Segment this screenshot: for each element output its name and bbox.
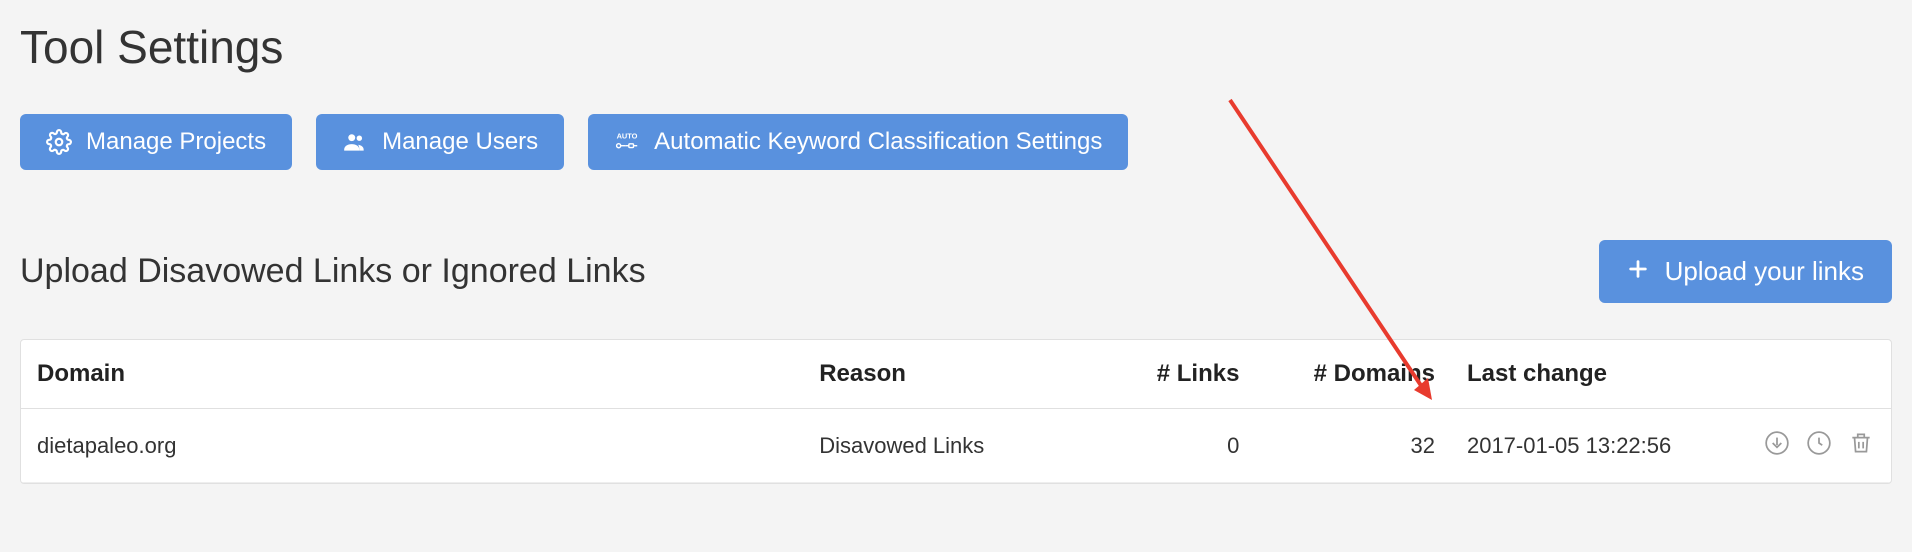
table-row: dietapaleo.org Disavowed Links 0 32 2017… [21,409,1891,483]
plus-icon [1627,256,1649,287]
page-title: Tool Settings [20,20,1892,74]
upload-section-title: Upload Disavowed Links or Ignored Links [20,252,646,291]
col-header-links: # Links [1097,340,1256,409]
col-header-lastchange: Last change [1451,340,1732,409]
col-header-reason: Reason [803,340,1096,409]
col-header-domain: Domain [21,340,803,409]
gear-icon [46,129,72,155]
links-table: Domain Reason # Links # Domains Last cha… [21,340,1891,483]
manage-users-label: Manage Users [382,128,538,156]
upload-section-header: Upload Disavowed Links or Ignored Links … [20,240,1892,303]
upload-links-label: Upload your links [1665,256,1864,287]
auto-keyword-icon: AUTO [614,129,640,155]
cell-domain: dietapaleo.org [21,409,803,483]
auto-classification-button[interactable]: AUTO Automatic Keyword Classification Se… [588,114,1128,170]
trash-icon[interactable] [1847,429,1875,457]
cell-actions [1732,409,1891,483]
col-header-domains: # Domains [1255,340,1451,409]
toolbar: Manage Projects Manage Users AUTO Automa… [20,114,1892,170]
auto-classification-label: Automatic Keyword Classification Setting… [654,128,1102,156]
cell-lastchange: 2017-01-05 13:22:56 [1451,409,1732,483]
manage-projects-button[interactable]: Manage Projects [20,114,292,170]
upload-links-button[interactable]: Upload your links [1599,240,1892,303]
cell-reason: Disavowed Links [803,409,1096,483]
links-table-container: Domain Reason # Links # Domains Last cha… [20,339,1892,484]
cell-domains: 32 [1255,409,1451,483]
col-header-actions [1732,340,1891,409]
svg-text:AUTO: AUTO [617,131,638,140]
history-icon[interactable] [1805,429,1833,457]
download-icon[interactable] [1763,429,1791,457]
users-icon [342,129,368,155]
manage-users-button[interactable]: Manage Users [316,114,564,170]
cell-links: 0 [1097,409,1256,483]
manage-projects-label: Manage Projects [86,128,266,156]
